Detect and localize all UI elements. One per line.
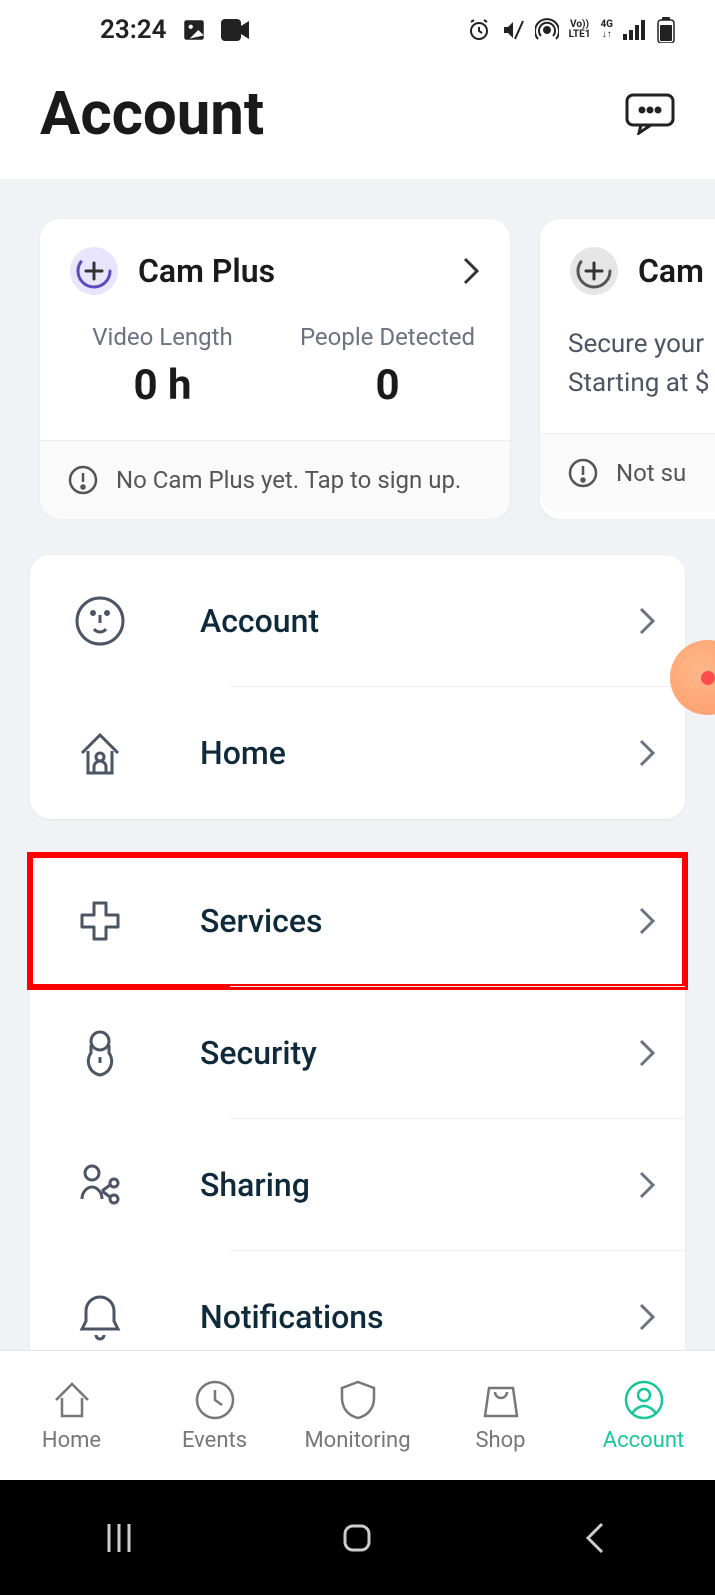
recent-apps-button[interactable] <box>99 1518 139 1558</box>
page-header: Account <box>0 60 715 179</box>
stat-video-length: Video Length 0 h <box>50 323 275 410</box>
hotspot-icon <box>535 18 559 42</box>
android-system-nav <box>0 1480 715 1595</box>
chevron-right-icon <box>639 1303 655 1331</box>
status-bar: 23:24 Vo)) LTE1 4G ↓↑ <box>0 0 715 60</box>
chevron-right-icon <box>639 1039 655 1067</box>
chat-icon[interactable] <box>625 93 675 135</box>
info-icon <box>68 465 98 495</box>
bell-icon <box>70 1287 130 1347</box>
chevron-right-icon <box>639 1171 655 1199</box>
smiley-icon <box>70 591 130 651</box>
menu-group-settings: Services Security Sharing Notifications <box>30 855 685 1383</box>
cam-plus-card[interactable]: Cam Plus Video Length 0 h People Detecte… <box>40 219 510 519</box>
person-circle-icon <box>622 1378 666 1422</box>
chevron-right-icon <box>462 256 480 286</box>
home-button[interactable] <box>337 1518 377 1558</box>
shield-icon <box>336 1378 380 1422</box>
battery-icon <box>657 17 675 43</box>
promo-cards-row: Cam Plus Video Length 0 h People Detecte… <box>0 179 715 519</box>
lock-icon <box>70 1023 130 1083</box>
nav-home[interactable]: Home <box>0 1351 143 1480</box>
card-title: Cam Plus <box>138 252 275 290</box>
page-title: Account <box>40 78 264 149</box>
alarm-icon <box>467 18 491 42</box>
menu-item-services[interactable]: Services <box>30 855 685 987</box>
clock-icon <box>193 1378 237 1422</box>
plus-circle-icon <box>570 247 618 295</box>
card-footer-text: No Cam Plus yet. Tap to sign up. <box>116 466 461 494</box>
menu-group-profile: Account Home <box>30 555 685 819</box>
image-icon <box>181 17 207 43</box>
chevron-right-icon <box>639 739 655 767</box>
signal-icon <box>623 20 647 40</box>
nav-shop[interactable]: Shop <box>429 1351 572 1480</box>
menu-item-security[interactable]: Security <box>30 987 685 1119</box>
status-time: 23:24 <box>100 15 167 45</box>
plus-circle-icon <box>70 247 118 295</box>
card-body-text: Secure your Starting at $ <box>540 305 715 433</box>
bag-icon <box>479 1378 523 1422</box>
menu-item-account[interactable]: Account <box>30 555 685 687</box>
plus-rounded-icon <box>70 891 130 951</box>
chevron-right-icon <box>639 907 655 935</box>
card-footer-text: Not su <box>616 459 686 487</box>
video-icon <box>221 19 251 41</box>
bottom-nav: Home Events Monitoring Shop Account <box>0 1350 715 1480</box>
nav-monitoring[interactable]: Monitoring <box>286 1351 429 1480</box>
menu-item-home[interactable]: Home <box>30 687 685 819</box>
menu-item-sharing[interactable]: Sharing <box>30 1119 685 1251</box>
status-lte: LTE1 <box>569 30 591 40</box>
back-button[interactable] <box>576 1518 616 1558</box>
cam-protect-card[interactable]: Cam Secure your Starting at $ Not su <box>540 219 715 519</box>
mute-icon <box>501 18 525 42</box>
stat-people-detected: People Detected 0 <box>275 323 500 410</box>
share-person-icon <box>70 1155 130 1215</box>
card-title: Cam <box>638 252 704 290</box>
nav-account[interactable]: Account <box>572 1351 715 1480</box>
info-icon <box>568 458 598 488</box>
nav-events[interactable]: Events <box>143 1351 286 1480</box>
home-icon <box>50 1378 94 1422</box>
chevron-right-icon <box>639 607 655 635</box>
home-person-icon <box>70 723 130 783</box>
status-arrows: ↓↑ <box>602 30 612 40</box>
